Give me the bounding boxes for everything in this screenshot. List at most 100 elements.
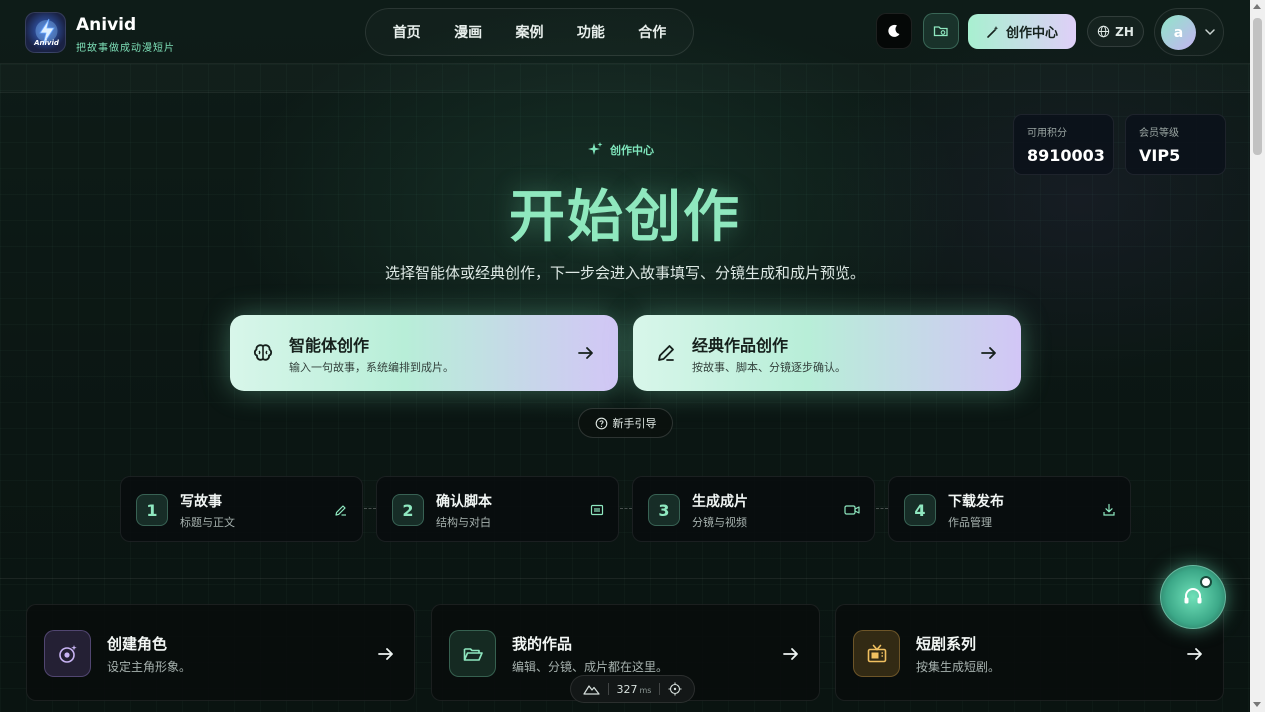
avatar: a: [1161, 15, 1196, 50]
header-sub-strip: [0, 64, 1250, 93]
feature-desc: 设定主角形象。: [107, 660, 192, 674]
theme-toggle-button[interactable]: [876, 13, 912, 49]
language-switcher[interactable]: ZH: [1087, 16, 1144, 47]
film-icon: [590, 504, 604, 516]
beginner-guide-label: 新手引导: [612, 417, 657, 430]
top-header: Anivid Anivid 把故事做成动漫短片 首页 漫画 案例 功能 合作 创…: [0, 0, 1250, 64]
classic-create-title: 经典作品创作: [692, 336, 789, 355]
short-drama-series-card[interactable]: 短剧系列 按集生成短剧。: [835, 604, 1224, 701]
hero-eyebrow: 创作中心: [587, 141, 654, 158]
feature-title: 短剧系列: [916, 635, 977, 653]
feature-icon-box: [449, 630, 496, 677]
latency-readout: 327 ms: [616, 683, 651, 696]
step-desc: 结构与对白: [436, 516, 491, 529]
brand-logo[interactable]: Anivid: [25, 12, 66, 53]
edit-icon: [335, 505, 346, 516]
hero-eyebrow-label: 创作中心: [610, 143, 654, 157]
download-icon: [1103, 503, 1115, 516]
chevron-down-icon: [1205, 29, 1215, 36]
brand-tagline: 把故事做成动漫短片: [76, 43, 175, 54]
step-number: 1: [136, 494, 168, 526]
feature-desc: 按集生成短剧。: [916, 660, 1001, 674]
step-number: 3: [648, 494, 680, 526]
agent-create-title: 智能体创作: [289, 336, 370, 355]
create-center-label: 创作中心: [1005, 26, 1058, 41]
scroll-down-arrow-icon[interactable]: [1253, 702, 1261, 707]
agent-create-desc: 输入一句故事，系统编排到成片。: [289, 361, 454, 374]
page-subtitle: 选择智能体或经典创作，下一步会进入故事填写、分镜生成和成片预览。: [384, 264, 865, 282]
step-desc: 分镜与视频: [692, 516, 747, 529]
arrow-right-icon: [981, 347, 996, 359]
main-nav: 首页 漫画 案例 功能 合作: [365, 8, 694, 56]
nav-home[interactable]: 首页: [393, 22, 421, 42]
step-connector: [364, 508, 376, 509]
step-number: 4: [904, 494, 936, 526]
step-confirm-script[interactable]: 2 确认脚本 结构与对白: [376, 476, 619, 542]
tv-icon: [867, 644, 886, 662]
page-title: 开始创作: [509, 185, 741, 250]
magic-wand-icon: [987, 25, 999, 38]
membership-label: 会员等级: [1139, 128, 1179, 139]
nav-features[interactable]: 功能: [577, 22, 605, 42]
crosshair-icon[interactable]: [668, 682, 682, 696]
points-stat: 可用积分 8910003: [1013, 114, 1114, 175]
step-number: 2: [392, 494, 424, 526]
points-label: 可用积分: [1027, 128, 1067, 139]
nav-cooperation[interactable]: 合作: [638, 22, 666, 42]
membership-stat: 会员等级 VIP5: [1125, 114, 1226, 175]
step-desc: 标题与正文: [180, 516, 235, 529]
classic-create-desc: 按故事、脚本、分镜逐步确认。: [692, 361, 846, 374]
feature-icon-box: [853, 630, 900, 677]
page-scrollbar[interactable]: [1250, 0, 1265, 712]
video-icon: [844, 505, 860, 515]
nav-cases[interactable]: 案例: [515, 22, 543, 42]
step-title: 下载发布: [948, 494, 1004, 510]
my-files-button[interactable]: [923, 13, 959, 49]
step-title: 生成成片: [692, 494, 748, 510]
brain-icon: [253, 344, 273, 361]
feature-title: 创建角色: [107, 635, 168, 653]
step-write-story[interactable]: 1 写故事 标题与正文: [120, 476, 363, 542]
points-value: 8910003: [1027, 146, 1105, 165]
pencil-icon: [658, 345, 674, 361]
globe-icon: [1097, 25, 1110, 38]
help-circle-icon: [595, 417, 607, 429]
arrow-right-icon: [578, 347, 593, 359]
step-generate-video[interactable]: 3 生成成片 分镜与视频: [632, 476, 875, 542]
step-download-publish[interactable]: 4 下载发布 作品管理: [888, 476, 1131, 542]
scroll-thumb[interactable]: [1253, 18, 1262, 155]
step-desc: 作品管理: [948, 516, 992, 529]
membership-value: VIP5: [1139, 146, 1181, 165]
feature-desc: 编辑、分镜、成片都在这里。: [512, 660, 669, 674]
create-character-card[interactable]: 创建角色 设定主角形象。: [26, 604, 415, 701]
lightning-logo-icon: [35, 18, 58, 46]
step-connector: [876, 508, 888, 509]
user-menu[interactable]: a: [1154, 8, 1224, 56]
beginner-guide-button[interactable]: 新手引导: [578, 408, 673, 438]
performance-widget[interactable]: 327 ms: [570, 675, 695, 703]
moon-icon: [888, 24, 900, 37]
latency-value: 327: [616, 682, 638, 696]
sparkle-icon: [588, 142, 603, 155]
character-icon: [58, 644, 77, 663]
create-center-button[interactable]: 创作中心: [968, 14, 1076, 49]
feature-title: 我的作品: [512, 635, 573, 653]
latency-unit: ms: [639, 685, 652, 695]
nav-comics[interactable]: 漫画: [454, 22, 482, 42]
separator: [607, 683, 609, 695]
folder-search-icon: [933, 26, 948, 37]
scroll-up-arrow-icon[interactable]: [1253, 4, 1261, 9]
customer-support-button[interactable]: [1160, 565, 1226, 629]
folder-open-icon: [463, 647, 483, 661]
language-label: ZH: [1115, 24, 1134, 39]
classic-create-card[interactable]: 经典作品创作 按故事、脚本、分镜逐步确认。: [633, 315, 1021, 391]
step-connector: [620, 508, 632, 509]
section-divider: [0, 578, 1250, 579]
brand-name[interactable]: Anivid: [76, 15, 136, 35]
arrow-right-icon: [378, 648, 393, 660]
feature-icon-box: [44, 630, 91, 677]
agent-create-card[interactable]: 智能体创作 输入一句故事，系统编排到成片。: [230, 315, 618, 391]
step-title: 确认脚本: [436, 494, 492, 510]
separator: [659, 683, 661, 695]
headset-icon: [1184, 588, 1202, 604]
